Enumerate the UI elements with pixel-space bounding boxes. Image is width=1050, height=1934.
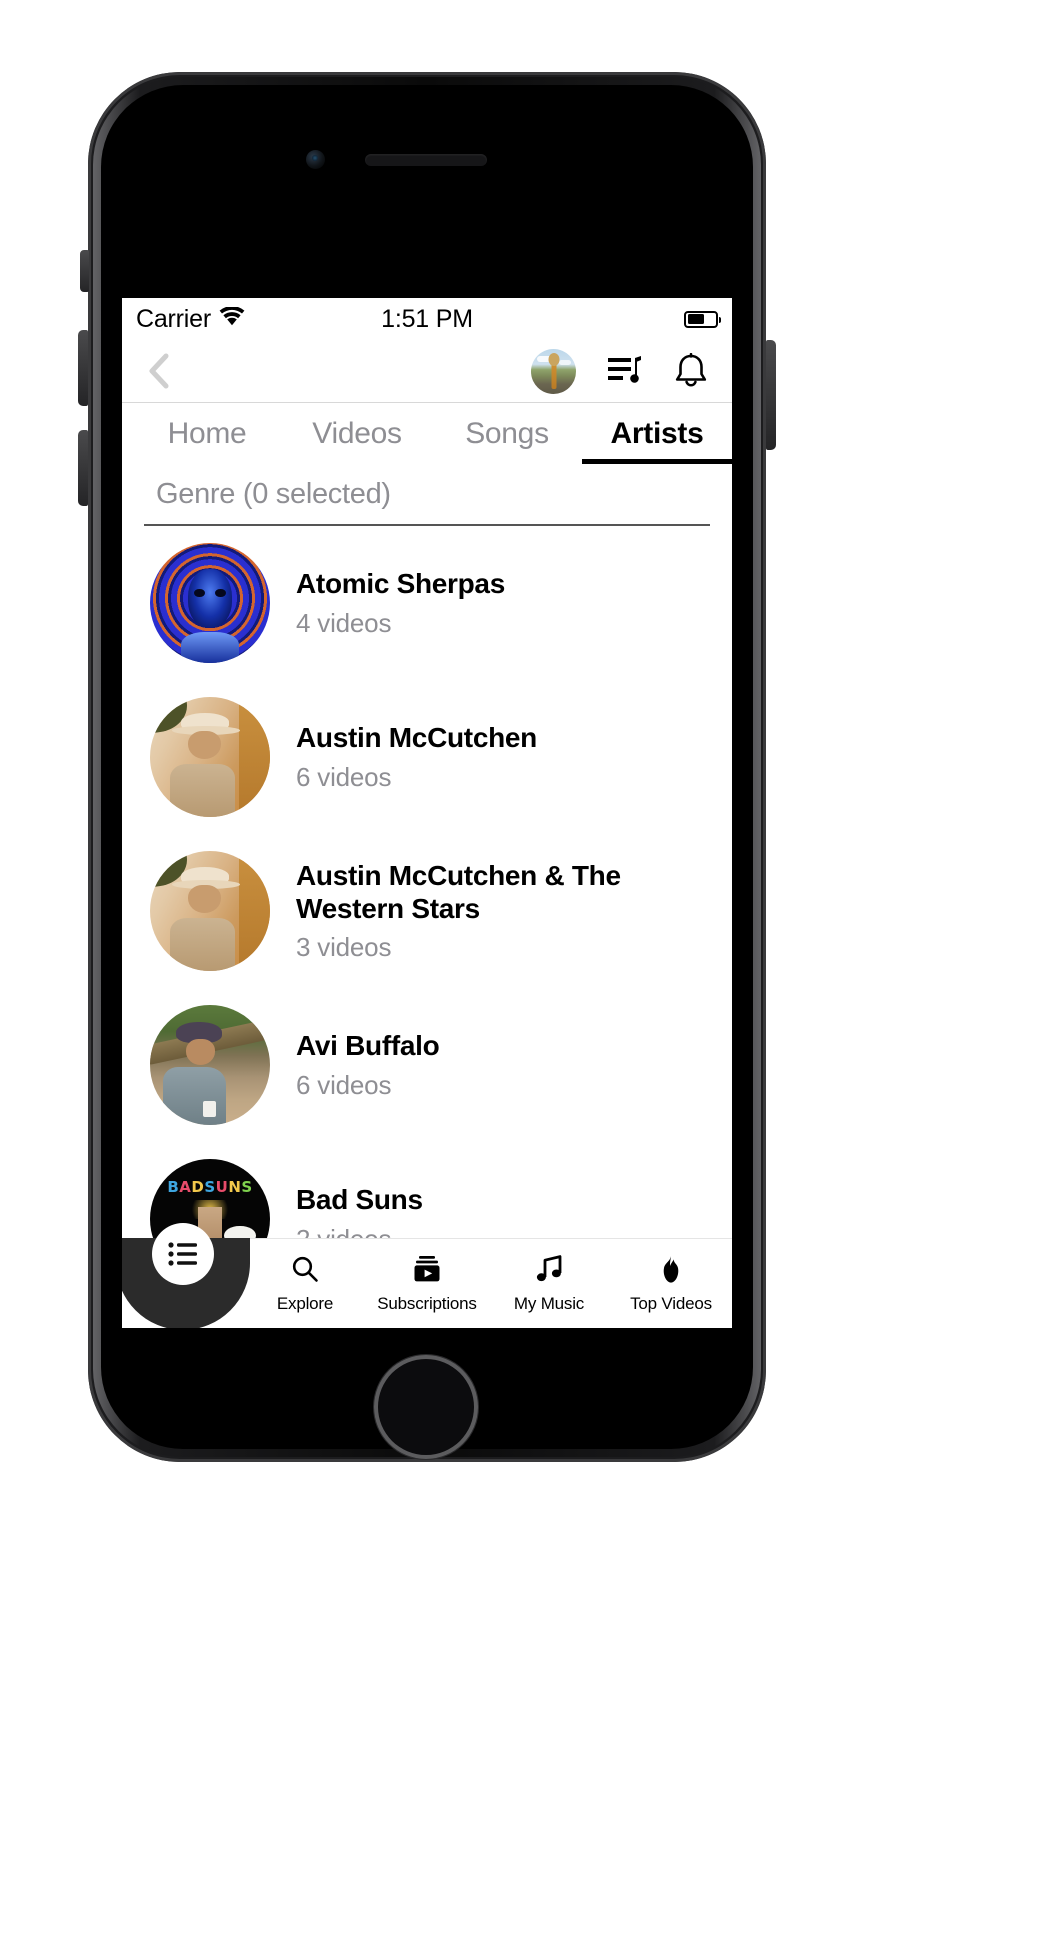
avatar-cloud [559, 359, 571, 365]
artist-artwork [150, 1005, 270, 1125]
artist-name: Austin McCutchen [296, 722, 537, 754]
bottom-nav-bar: Explore Subscriptions My Music Top Video… [122, 1223, 732, 1328]
list-item[interactable]: Atomic Sherpas 4 videos [122, 526, 732, 680]
avatar-figure [548, 352, 559, 389]
bottom-nav-label: Explore [276, 1294, 334, 1313]
artist-meta: Austin McCutchen 6 videos [296, 721, 537, 792]
artist-artwork [150, 543, 270, 663]
list-menu-icon [152, 1223, 214, 1285]
front-camera [306, 150, 325, 169]
artist-artwork [150, 697, 270, 817]
earpiece-speaker [365, 154, 487, 166]
artist-name: Bad Suns [296, 1184, 423, 1216]
tab-label: Videos [312, 416, 402, 450]
tab-label: Songs [465, 416, 549, 450]
genre-filter[interactable]: Genre (0 selected) [144, 464, 710, 526]
playlist-queue-icon[interactable] [608, 356, 642, 386]
artist-meta: Austin McCutchen & The Western Stars 3 v… [296, 859, 710, 963]
status-bar-right [684, 310, 721, 328]
subscriptions-icon [412, 1251, 442, 1287]
silent-switch[interactable] [80, 250, 89, 292]
screenshot-stage: Carrier 1:51 PM Home Videos Songs Artist… [0, 0, 1050, 1934]
artist-meta: Atomic Sherpas 4 videos [296, 567, 505, 638]
music-note-icon [534, 1251, 564, 1287]
status-bar-left: Carrier [136, 305, 245, 334]
genre-filter-label: Genre (0 selected) [156, 477, 391, 510]
bottom-nav-label: Subscriptions [377, 1294, 477, 1313]
list-item[interactable]: Austin McCutchen & The Western Stars 3 v… [122, 834, 732, 988]
tab-videos[interactable]: Videos [282, 403, 432, 464]
artist-video-count: 4 videos [296, 607, 392, 638]
bottom-nav-my-music[interactable]: My Music [488, 1239, 610, 1314]
avatar[interactable] [531, 348, 576, 394]
artist-name: Avi Buffalo [296, 1030, 440, 1062]
artist-name: Austin McCutchen & The Western Stars [296, 859, 621, 924]
artist-artwork [150, 851, 270, 971]
status-bar: Carrier 1:51 PM [122, 298, 732, 340]
bottom-nav-subscriptions[interactable]: Subscriptions [366, 1239, 488, 1314]
artist-video-count: 2 videos [296, 1224, 423, 1238]
back-chevron-icon[interactable] [142, 353, 176, 389]
list-item[interactable]: Avi Buffalo 6 videos [122, 988, 732, 1142]
device-screen: Carrier 1:51 PM Home Videos Songs Artist… [122, 298, 732, 1328]
tab-home[interactable]: Home [132, 403, 282, 464]
bottom-nav-library[interactable] [122, 1223, 250, 1328]
flame-icon [658, 1251, 684, 1287]
artist-video-count: 6 videos [296, 761, 392, 792]
bottom-nav-explore[interactable]: Explore [244, 1239, 366, 1314]
tab-label: Home [167, 416, 247, 450]
list-item[interactable]: BADSUNS Bad Suns 2 videos [122, 1142, 732, 1238]
artist-video-count: 6 videos [296, 1069, 392, 1100]
power-button[interactable] [766, 340, 776, 450]
bottom-nav-top-videos[interactable]: Top Videos [610, 1239, 732, 1314]
battery-icon [684, 310, 721, 328]
volume-down-button[interactable] [78, 430, 88, 506]
volume-up-button[interactable] [78, 330, 88, 406]
app-nav-bar [122, 340, 732, 402]
nav-actions [531, 348, 708, 394]
carrier-label: Carrier [136, 304, 211, 333]
bottom-nav-label: My Music [513, 1294, 585, 1313]
artist-meta: Avi Buffalo 6 videos [296, 1029, 440, 1100]
tab-songs[interactable]: Songs [432, 403, 582, 464]
artist-list[interactable]: Atomic Sherpas 4 videos Austin McCutchen… [122, 526, 732, 1238]
artist-video-count: 3 videos [296, 932, 392, 963]
home-button[interactable] [374, 1355, 478, 1459]
list-item[interactable]: Austin McCutchen 6 videos [122, 680, 732, 834]
tab-label: Artists [610, 416, 704, 450]
content-tab-bar: Home Videos Songs Artists [122, 402, 732, 464]
search-icon [291, 1251, 319, 1287]
artist-name: Atomic Sherpas [296, 568, 505, 600]
bottom-nav-label: Top Videos [630, 1294, 712, 1313]
wifi-icon [219, 305, 245, 333]
album-art-text: BADSUNS [167, 1178, 253, 1197]
bell-icon[interactable] [674, 353, 708, 389]
artist-meta: Bad Suns 2 videos [296, 1183, 423, 1238]
tab-artists[interactable]: Artists [582, 403, 732, 464]
